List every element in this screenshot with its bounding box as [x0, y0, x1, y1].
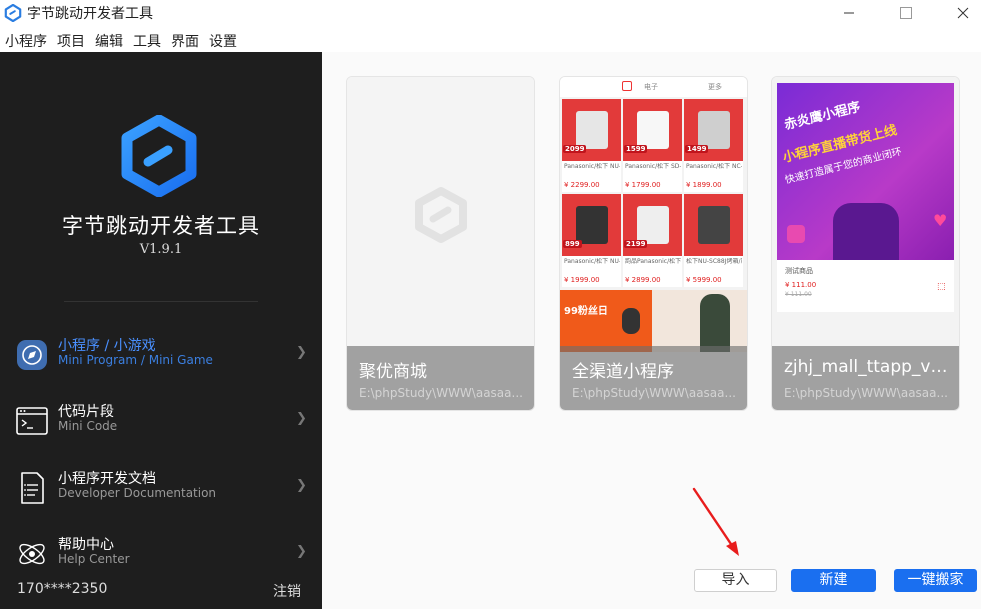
account-phone: 170****2350 [17, 581, 108, 597]
minimize-icon [844, 12, 854, 14]
document-icon [21, 472, 44, 504]
preview-product-row: 测试商品 ¥ 111.00 ¥ 111.00 ⬚ [777, 260, 954, 312]
brand-logo-icon [121, 115, 197, 197]
menu-settings[interactable]: 设置 [204, 28, 237, 52]
project-card[interactable]: 赤炎鹰小程序 小程序直播带货上线 快速打造属于您的商业闭环 ♥ 测试商品 ¥ 1… [771, 76, 960, 411]
project-info-overlay: 全渠道小程序 E:\phpStudy\WWW\aasaa... [560, 346, 747, 410]
placeholder-logo-icon [415, 187, 467, 243]
menu-edit[interactable]: 编辑 [90, 28, 123, 52]
preview-header: 电子 更多 [560, 77, 747, 97]
project-list-area: 聚优商城 E:\phpStudy\WWW\aasaa... 电子 更多 2099… [322, 52, 981, 609]
sidebar-item-label: 代码片段 [58, 404, 114, 420]
project-name: 聚优商城 [359, 362, 427, 382]
title-bar: 字节跳动开发者工具 [0, 0, 981, 26]
preview-product: 松下NU-SC88J烤箱/家用蒸烤箱一体 ¥ 5999.00 [684, 194, 743, 287]
cart-icon: ⬚ [937, 282, 946, 292]
menu-tools[interactable]: 工具 [128, 28, 161, 52]
sidebar-item-sublabel: Mini Code [58, 419, 118, 433]
red-arrow-annotation [692, 487, 739, 556]
menu-view[interactable]: 界面 [166, 28, 199, 52]
preview-product: 1599 Panasonic/松下 SD-M1010面包机家用 ¥ 1799.0… [623, 99, 682, 192]
brand-name: 字节跳动开发者工具 [62, 214, 260, 238]
project-info-overlay: 聚优商城 E:\phpStudy\WWW\aasaa... [347, 346, 534, 410]
sidebar-item-sublabel: Developer Documentation [58, 486, 217, 500]
phone-graphic [833, 203, 899, 260]
chevron-right-icon: ❯ [296, 345, 307, 360]
preview-product: 2099 Panasonic/松下 NU-K101W蒸烤箱家用 ¥ 2299.0… [562, 99, 621, 192]
chevron-right-icon: ❯ [296, 478, 307, 493]
sidebar-item-mini-program[interactable]: 小程序 / 小游戏 Mini Program / Mini Game ❯ [0, 328, 322, 378]
project-card[interactable]: 聚优商城 E:\phpStudy\WWW\aasaa... [346, 76, 535, 411]
project-path: E:\phpStudy\WWW\aasaa... [784, 386, 948, 400]
import-button[interactable]: 导入 [694, 569, 777, 592]
menu-bar: 小程序 项目 编辑 工具 界面 设置 [0, 28, 981, 52]
preview-product: 899 Panasonic/松下 NU-600咖啡机家用全自 ¥ 1999.00 [562, 194, 621, 287]
minimize-button[interactable] [826, 0, 872, 26]
sidebar-item-label: 小程序开发文档 [58, 471, 156, 487]
window-title: 字节跳动开发者工具 [27, 6, 153, 22]
person-image [700, 294, 730, 352]
heart-icon: ♥ [933, 211, 948, 230]
new-project-button[interactable]: 新建 [791, 569, 876, 592]
sidebar-item-sublabel: Help Center [58, 552, 130, 566]
sidebar-item-sublabel: Mini Program / Mini Game [58, 353, 213, 367]
project-name: 全渠道小程序 [572, 362, 674, 382]
bag-icon [622, 81, 632, 91]
sidebar-item-help-center[interactable]: 帮助中心 Help Center ❯ [0, 527, 322, 577]
version-label: V1.9.1 [139, 242, 183, 257]
live-stream-banner: 赤炎鹰小程序 小程序直播带货上线 快速打造属于您的商业闭环 ♥ [777, 83, 954, 260]
terminal-icon [16, 407, 48, 435]
menu-project[interactable]: 项目 [52, 28, 85, 52]
preview-product: 1499 Panasonic/松下 NC-C4000-KN电热水瓶 ¥ 1899… [684, 99, 743, 192]
preview-category: 电子 [644, 83, 658, 91]
one-click-migrate-button[interactable]: 一键搬家 [894, 569, 977, 592]
close-icon [957, 7, 969, 19]
sidebar-item-dev-docs[interactable]: 小程序开发文档 Developer Documentation ❯ [0, 461, 322, 511]
chevron-right-icon: ❯ [296, 411, 307, 426]
menu-mini-program[interactable]: 小程序 [0, 28, 47, 52]
live-badge-icon [787, 225, 805, 243]
maximize-icon [900, 7, 912, 19]
sidebar: 字节跳动开发者工具 V1.9.1 小程序 / 小游戏 Mini Program … [0, 52, 322, 609]
watch-image [622, 308, 640, 334]
compass-icon [17, 340, 47, 370]
maximize-button[interactable] [883, 0, 929, 26]
project-info-overlay: zjhj_mall_ttapp_v4... E:\phpStudy\WWW\aa… [772, 346, 959, 410]
help-atom-icon [19, 543, 45, 565]
project-name: zjhj_mall_ttapp_v4... [784, 357, 952, 377]
logout-button[interactable]: 注销 [273, 581, 301, 601]
sidebar-item-label: 帮助中心 [58, 537, 114, 553]
close-button[interactable] [940, 0, 981, 26]
sidebar-divider [64, 301, 258, 302]
sidebar-item-mini-code[interactable]: 代码片段 Mini Code ❯ [0, 394, 322, 444]
app-logo-icon [4, 4, 22, 22]
preview-more-link: 更多 [708, 83, 722, 91]
preview-banner: 99粉丝日 [560, 290, 747, 352]
project-path: E:\phpStudy\WWW\aasaa... [359, 386, 523, 400]
preview-product: 2199 韵品Panasonic/松下 SR-PE501-S可变压 ¥ 2899… [623, 194, 682, 287]
sidebar-item-label: 小程序 / 小游戏 [58, 338, 156, 354]
chevron-right-icon: ❯ [296, 544, 307, 559]
developer-tool-window: 字节跳动开发者工具 小程序 项目 编辑 工具 界面 设置 字节跳动开发者工具 V… [0, 0, 981, 609]
project-card[interactable]: 电子 更多 2099 Panasonic/松下 NU-K101W蒸烤箱家用 ¥ … [559, 76, 748, 411]
project-path: E:\phpStudy\WWW\aasaa... [572, 386, 736, 400]
